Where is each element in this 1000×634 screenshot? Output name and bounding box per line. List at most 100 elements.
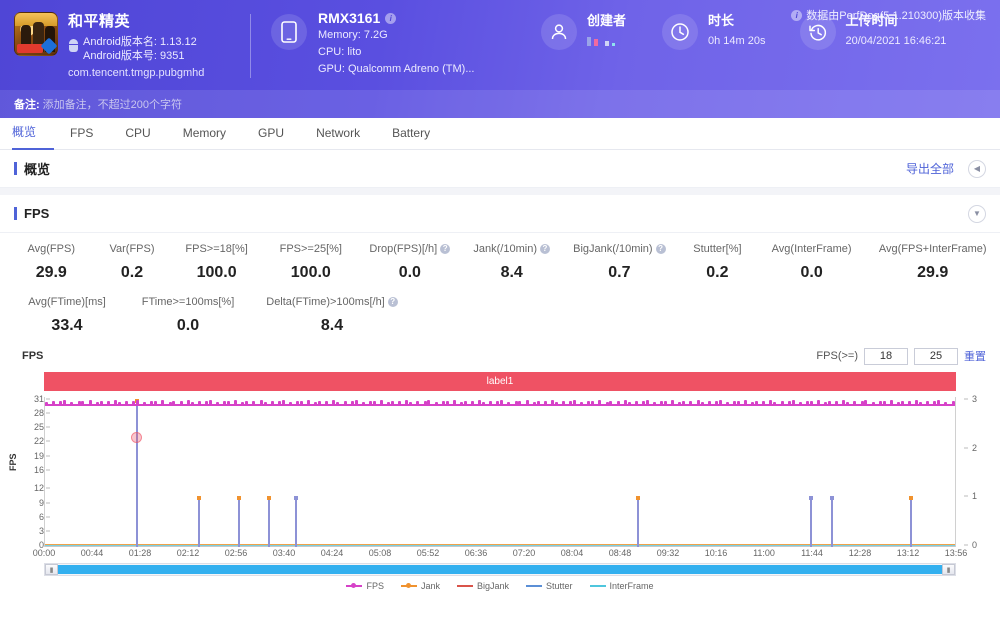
spike-cap: [635, 496, 640, 501]
metric-Avg(FPS): Avg(FPS) 29.9: [8, 241, 95, 282]
legend-label: Jank: [420, 580, 440, 591]
y-tick: 19: [33, 450, 44, 461]
legend-swatch: [456, 584, 473, 587]
export-all-button[interactable]: 导出全部: [906, 160, 954, 177]
x-tick: 08:04: [560, 548, 584, 558]
app-icon: [14, 12, 58, 56]
tab-概览[interactable]: 概览: [12, 117, 55, 150]
metric-Delta(FTime)>100ms[/h]: Delta(FTime)>100ms[/h]? 8.4: [250, 294, 414, 335]
legend-swatch: [589, 584, 606, 587]
fps-chart: FPS FPS(>=) 重置 label1 FPS Jank 036912161…: [0, 345, 1000, 593]
x-tick: 03:40: [272, 548, 296, 558]
legend-item-Jank[interactable]: Jank: [400, 580, 440, 591]
threshold-low-input[interactable]: [864, 347, 908, 365]
y2-tickmark: [964, 447, 968, 449]
y-tick: 12: [33, 483, 44, 494]
y-tick: 28: [33, 408, 44, 419]
jank-spike[interactable]: [908, 496, 913, 547]
y2-tick: 2: [972, 442, 978, 453]
legend-item-FPS[interactable]: FPS: [346, 581, 384, 591]
metric-FTime>=100ms[%]: FTime>=100ms[%] 0.0: [126, 294, 250, 335]
tab-FPS[interactable]: FPS: [54, 118, 109, 149]
chart-label: FPS: [22, 350, 44, 362]
label-band-text: label1: [486, 376, 514, 387]
x-tick: 09:32: [656, 548, 680, 558]
metric-label: Delta(FTime)>100ms[/h]?: [266, 296, 398, 308]
chevron-down-icon[interactable]: ▼: [968, 204, 986, 223]
fps-drop-marker[interactable]: [131, 431, 142, 443]
jank-spike[interactable]: [635, 496, 640, 547]
overview-panel: 概览 导出全部 ◀: [0, 150, 1000, 188]
scrollbar-handle-left[interactable]: ▮: [45, 564, 58, 575]
x-tick: 11:44: [801, 548, 823, 558]
metric-BigJank(/10min): BigJank(/10min)? 0.7: [562, 241, 677, 282]
jank-spike[interactable]: [237, 496, 242, 547]
metric-value: 29.9: [917, 264, 949, 281]
plot-area[interactable]: [44, 397, 956, 547]
device-info-icon[interactable]: i: [385, 12, 397, 24]
app-package: com.tencent.tmgp.pubgmhd: [68, 67, 205, 79]
legend-item-BigJank[interactable]: BigJank: [456, 580, 510, 591]
help-icon[interactable]: ?: [387, 297, 398, 307]
jank-spike[interactable]: [197, 496, 202, 547]
tab-GPU[interactable]: GPU: [242, 118, 300, 149]
x-tick: 01:28: [128, 548, 152, 558]
spike-cap: [809, 496, 814, 501]
legend-label: BigJank: [476, 580, 510, 591]
chart-scrollbar[interactable]: ▮ ▮: [44, 563, 956, 576]
note-label: 备注:: [14, 99, 40, 111]
x-tick: 05:08: [368, 548, 392, 558]
duration-label: 时长: [708, 13, 735, 28]
metric-Avg(InterFrame): Avg(InterFrame) 0.0: [758, 241, 866, 282]
metric-value: 0.0: [800, 264, 823, 281]
duration-value: 0h 14m 20s: [708, 35, 766, 47]
metric-Avg(FPS+InterFrame): Avg(FPS+InterFrame) 29.9: [865, 241, 1000, 282]
device-cpu: CPU: lito: [318, 46, 362, 58]
metric-value: 0.0: [398, 264, 421, 281]
phone-icon: [271, 14, 307, 50]
note-input-placeholder[interactable]: 添加备注，不超过200个字符: [43, 96, 182, 112]
overview-title: 概览: [14, 159, 50, 178]
tab-Memory[interactable]: Memory: [167, 118, 242, 149]
metric-label: BigJank(/10min)?: [573, 243, 666, 255]
fps-panel-header: FPS ▼: [0, 195, 1000, 233]
help-icon[interactable]: ?: [440, 244, 451, 254]
collect-note-text: 数据由PerfDog(5.1.210300)版本收集: [806, 10, 986, 22]
note-bar[interactable]: 备注: 添加备注，不超过200个字符: [0, 90, 1000, 118]
metric-Drop(FPS)[/h]: Drop(FPS)[/h]? 0.0: [358, 241, 462, 282]
metric-label: Jank(/10min)?: [473, 243, 550, 255]
reset-button[interactable]: 重置: [964, 348, 986, 364]
metric-label: FTime>=100ms[%]: [141, 296, 235, 308]
jank-spike[interactable]: [294, 496, 299, 547]
device-info-block: RMX3161 i Memory: 7.2G CPU: lito GPU: Qu…: [271, 10, 521, 77]
x-tick: 13:56: [944, 548, 968, 558]
x-tick: 06:36: [464, 548, 488, 558]
legend-item-InterFrame[interactable]: InterFrame: [589, 581, 654, 591]
label-band[interactable]: label1: [44, 372, 956, 391]
jank-spike[interactable]: [809, 496, 814, 547]
legend-item-Stutter[interactable]: Stutter: [526, 581, 573, 591]
fps-sample-markers: [45, 399, 955, 406]
tab-Battery[interactable]: Battery: [376, 118, 446, 149]
scrollbar-handle-right[interactable]: ▮: [942, 564, 955, 575]
metric-value: 0.0: [176, 317, 200, 334]
upload-value: 20/04/2021 16:46:21: [845, 35, 947, 47]
jank-spike[interactable]: [135, 399, 139, 547]
device-memory: Memory: 7.2G: [318, 29, 388, 41]
tab-Network[interactable]: Network: [300, 118, 376, 149]
metric-label: Avg(FTime)[ms]: [28, 296, 106, 308]
help-icon[interactable]: ?: [655, 244, 666, 254]
chevron-left-icon[interactable]: ◀: [968, 159, 986, 178]
duration-block: 时长 0h 14m 20s: [662, 10, 766, 50]
metric-value: 8.4: [320, 317, 344, 334]
metric-label: Drop(FPS)[/h]?: [369, 243, 451, 255]
scrollbar-track-fill: [58, 565, 942, 574]
help-icon[interactable]: ?: [539, 244, 550, 254]
spike-cap: [197, 496, 202, 501]
tab-CPU[interactable]: CPU: [109, 118, 166, 149]
jank-spike[interactable]: [267, 496, 272, 547]
metric-label: FPS>=18[%]: [185, 243, 248, 255]
legend-swatch: [400, 582, 417, 588]
threshold-high-input[interactable]: [914, 347, 958, 365]
jank-spike[interactable]: [829, 496, 834, 547]
